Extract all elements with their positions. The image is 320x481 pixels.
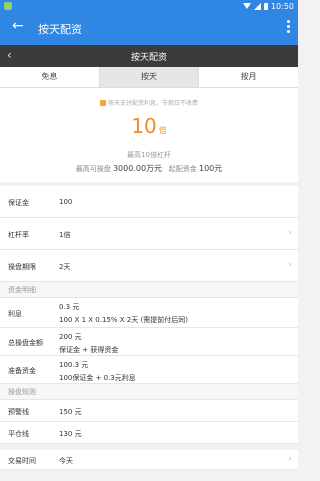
prepare-formula: 100保证金 + 0.3元利息 [59, 374, 136, 382]
chevron-right-icon: › [288, 228, 292, 238]
interest-label: 利息 [8, 310, 22, 318]
wifi-icon [242, 3, 251, 9]
fund-section-header: 资金明细 [0, 282, 298, 298]
app-bar-title: 按天配资 [38, 23, 82, 36]
leverage-value: 1倍 [59, 231, 71, 239]
margin-input[interactable]: 100 [59, 198, 72, 206]
multiplier-display: 10 倍 [0, 114, 298, 138]
trade-time-label: 交易时间 [8, 457, 36, 465]
margin-label: 保证金 [8, 199, 29, 207]
close-label: 平仓线 [8, 430, 29, 438]
min-value: 100元 [198, 164, 223, 173]
period-label: 操盘期限 [8, 263, 36, 271]
capital-summary: 最高可操盘 3000.00万元 起配资金 100元 [0, 163, 298, 174]
notice: 按天支付配资利息，节假日不收费 [0, 98, 298, 107]
arrow-left-icon[interactable]: ← [12, 18, 24, 34]
leverage-row[interactable]: 杠杆率 1倍 › [0, 218, 298, 250]
warning-value: 150 元 [59, 408, 82, 416]
interest-detail: 0.3 元 100 X 1 X 0.15% X 2天 (需提前付后同) [59, 302, 188, 325]
app-bar: ← 按天配资 [0, 12, 298, 45]
prepare-row: 准备资金 100.3 元 100保证金 + 0.3元利息 [0, 356, 298, 384]
signal-icon [253, 2, 261, 10]
period-row[interactable]: 操盘期限 2天 › [0, 250, 298, 282]
leverage-label: 杠杆率 [8, 231, 29, 239]
multiplier-unit: 倍 [158, 126, 167, 135]
tab-bar: 免息 按天 按月 [0, 67, 298, 88]
close-row: 平仓线 130 元 [0, 422, 298, 444]
interest-formula: 100 X 1 X 0.15% X 2天 (需提前付后同) [59, 316, 188, 324]
leverage-text: 最高10倍杠杆 [127, 151, 171, 159]
rules-section-header: 操盘规则 [0, 384, 298, 400]
tab-free[interactable]: 免息 [0, 67, 100, 87]
tab-monthly[interactable]: 按月 [199, 67, 298, 87]
min-label: 起配资金 [168, 165, 197, 173]
period-value: 2天 [59, 263, 71, 271]
prepare-detail: 100.3 元 100保证金 + 0.3元利息 [59, 360, 136, 383]
multiplier-value: 10 [131, 114, 157, 138]
interest-amount: 0.3 元 [59, 303, 80, 311]
total-label: 总操盘金额 [8, 339, 43, 347]
prepare-label: 准备资金 [8, 367, 36, 375]
summary-panel: 按天支付配资利息，节假日不收费 10 倍 最高10倍杠杆 最高可操盘 3000.0… [0, 88, 298, 182]
prepare-amount: 100.3 元 [59, 361, 89, 369]
status-bar: 10:50 [0, 0, 298, 12]
chevron-right-icon: › [288, 260, 292, 270]
trade-time-value: 今天 [59, 457, 73, 465]
max-value: 3000.00万元 [112, 164, 163, 173]
form: 保证金 100 杠杆率 1倍 › 操盘期限 2天 › 资金明细 利息 0.3 元… [0, 186, 298, 470]
interest-row: 利息 0.3 元 100 X 1 X 0.15% X 2天 (需提前付后同) [0, 298, 298, 328]
battery-icon [263, 2, 268, 10]
total-amount: 200 元 [59, 333, 82, 341]
trade-time-row[interactable]: 交易时间 今天 › [0, 444, 298, 470]
margin-row[interactable]: 保证金 100 [0, 186, 298, 218]
total-detail: 200 元 保证金 + 获得资金 [59, 332, 118, 355]
max-label: 最高可操盘 [75, 165, 111, 173]
app-notification-icon [4, 2, 12, 10]
page-title: 按天配资 [130, 53, 167, 63]
tab-daily[interactable]: 按天 [99, 67, 200, 87]
notice-text: 按天支付配资利息，节假日不收费 [107, 100, 198, 107]
status-indicators: 10:50 [242, 0, 294, 12]
page-header: ‹ 按天配资 [0, 45, 298, 67]
warning-label: 预警线 [8, 408, 29, 416]
total-formula: 保证金 + 获得资金 [59, 346, 119, 354]
chevron-right-icon: › [288, 454, 292, 464]
info-icon [99, 100, 106, 106]
total-row: 总操盘金额 200 元 保证金 + 获得资金 [0, 328, 298, 356]
close-value: 130 元 [59, 430, 82, 438]
status-time: 10:50 [270, 1, 294, 11]
warning-row: 预警线 150 元 [0, 400, 298, 422]
more-options-icon[interactable] [287, 20, 290, 35]
